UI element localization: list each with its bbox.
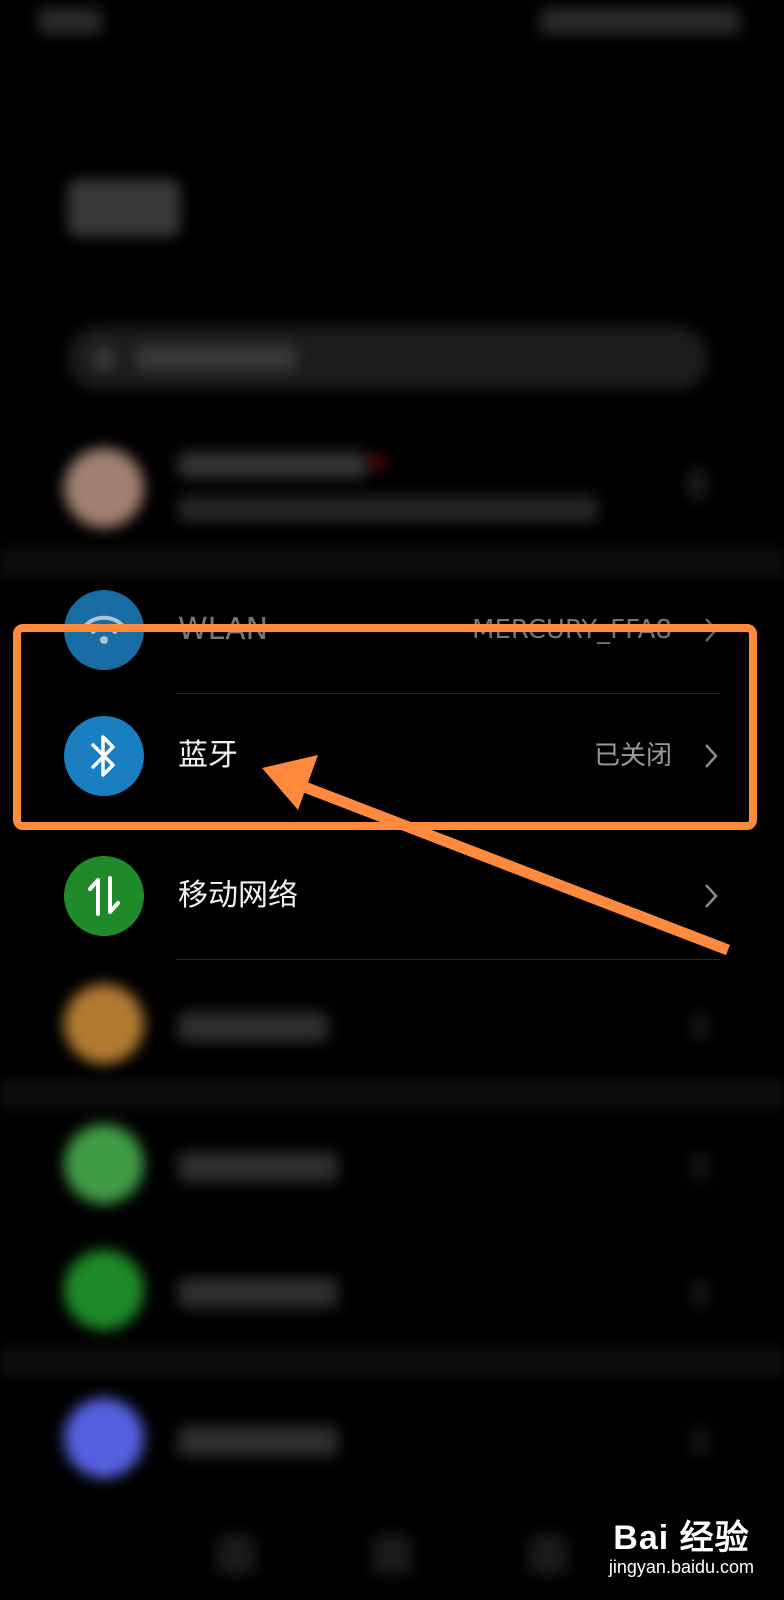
watermark-brand: Bai 经验 [613,1519,750,1557]
watermark-url: jingyan.baidu.com [608,1557,754,1577]
annotation-arrow [262,755,730,956]
watermark: Bai 经验 jingyan.baidu.com [609,1510,754,1578]
